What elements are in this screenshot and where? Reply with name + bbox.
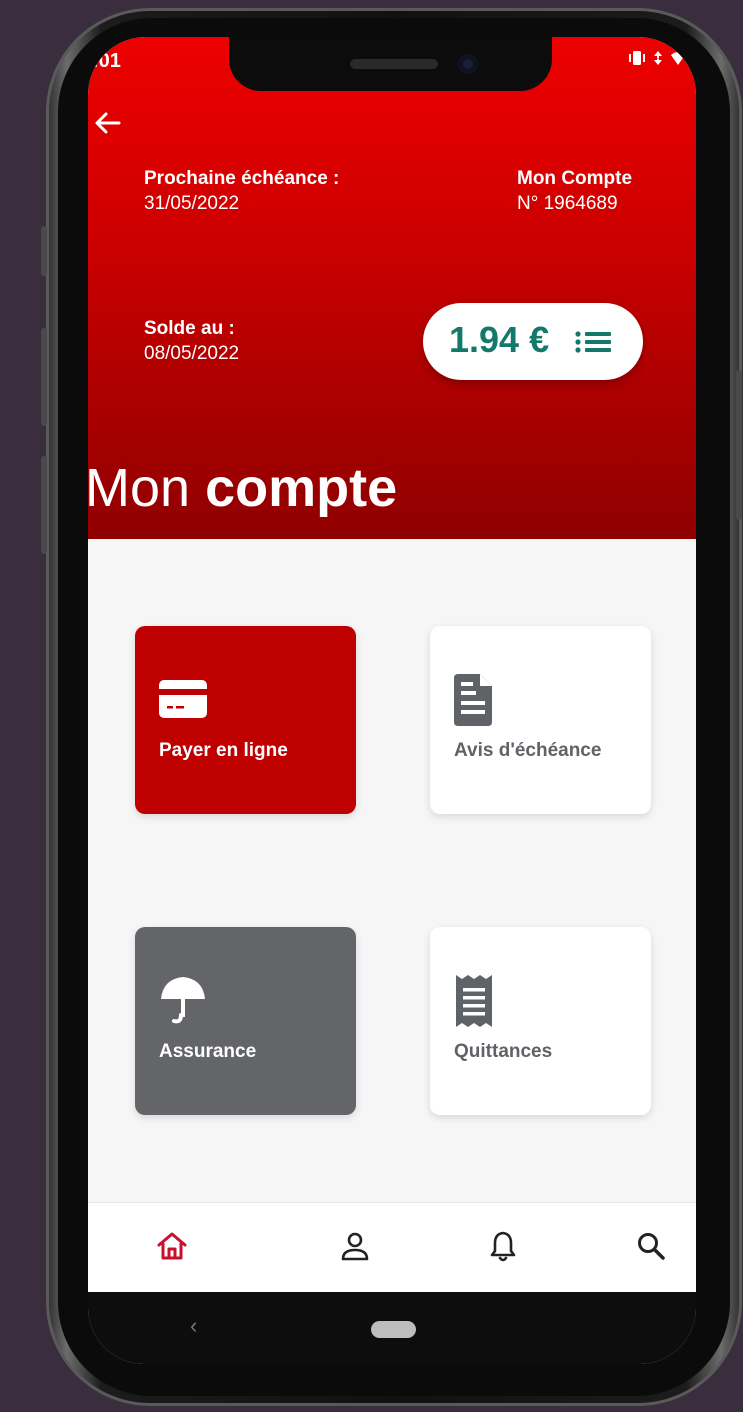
system-home-button[interactable]: [371, 1321, 416, 1338]
balance-button[interactable]: 1.94 €: [423, 303, 643, 380]
umbrella-icon: [161, 977, 205, 1024]
account-number: N° 1964689: [517, 193, 618, 214]
balance-amount: 1.94 €: [449, 319, 550, 360]
search-icon[interactable]: [634, 1229, 668, 1263]
phone-side-button: [41, 456, 47, 554]
insurance-tile[interactable]: Assurance: [135, 927, 356, 1115]
phone-side-button: [41, 226, 47, 276]
phone-side-button: [41, 328, 47, 426]
receipts-tile[interactable]: Quittances: [430, 927, 651, 1115]
bottom-nav: [88, 1202, 696, 1293]
next-due-label: Prochaine échéance :: [144, 168, 340, 189]
phone-side-button: [736, 370, 742, 520]
arrow-left-icon[interactable]: [91, 106, 125, 140]
system-back-button[interactable]: ‹: [190, 1313, 197, 1339]
balance-date: 08/05/2022: [144, 343, 240, 364]
credit-card-icon: [159, 680, 207, 718]
balance-label: Solde au :: [144, 318, 235, 339]
page-title-light: Mon: [88, 458, 191, 518]
data-arrows-icon: [654, 51, 663, 65]
camera-notch: [229, 37, 552, 91]
next-due-date: 31/05/2022: [144, 193, 240, 214]
front-camera: [458, 54, 478, 74]
status-icons: [627, 50, 686, 71]
account-label: Mon Compte: [517, 168, 633, 189]
pay-online-tile[interactable]: Payer en ligne: [135, 626, 356, 814]
bell-icon[interactable]: [486, 1229, 520, 1263]
due-notice-tile[interactable]: Avis d'échéance: [430, 626, 651, 814]
pay-online-label: Payer en ligne: [159, 740, 288, 761]
speaker-grille: [350, 59, 438, 69]
due-notice-label: Avis d'échéance: [454, 740, 602, 761]
vibrate-icon: [628, 51, 645, 65]
insurance-label: Assurance: [159, 1041, 257, 1062]
person-icon[interactable]: [338, 1229, 372, 1263]
page-title: Mon compte: [88, 457, 397, 519]
document-icon: [454, 674, 492, 726]
home-icon[interactable]: [155, 1229, 189, 1263]
receipts-label: Quittances: [454, 1041, 553, 1062]
receipt-icon: [456, 975, 492, 1027]
status-time: :01: [92, 50, 121, 72]
account-header: :01 Prochaine échéance : 31/05/2022 Mon …: [88, 37, 696, 539]
signal-icon: [671, 52, 685, 65]
system-nav-bar: ‹: [88, 1292, 696, 1364]
app-screen: :01 Prochaine échéance : 31/05/2022 Mon …: [88, 37, 696, 1364]
list-icon: [575, 331, 611, 353]
page-title-bold: compte: [205, 458, 398, 518]
